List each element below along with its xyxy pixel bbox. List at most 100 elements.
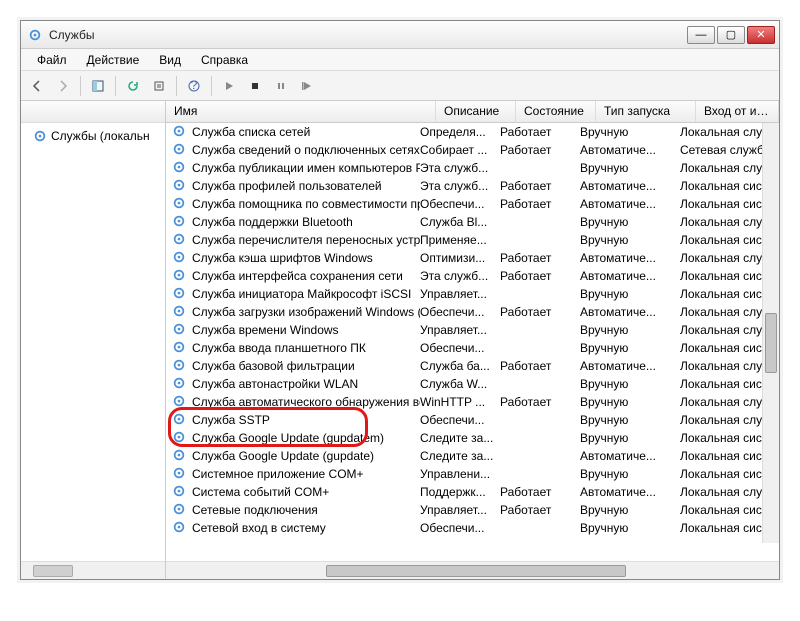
service-description: Определя...	[420, 125, 500, 139]
restart-service-button[interactable]	[295, 74, 319, 98]
export-button[interactable]	[147, 74, 171, 98]
scrollbar-thumb[interactable]	[33, 565, 73, 577]
service-status: Работает	[500, 305, 580, 319]
service-row[interactable]: Системное приложение COM+Управлени...Вру…	[166, 465, 779, 483]
tree-root-label: Службы (локальн	[51, 129, 150, 143]
col-status[interactable]: Состояние	[516, 101, 596, 122]
service-startup: Автоматиче...	[580, 305, 680, 319]
services-list[interactable]: Служба списка сетейОпределя...РаботаетВр…	[166, 123, 779, 561]
menu-help[interactable]: Справка	[191, 51, 258, 69]
service-row[interactable]: Служба ввода планшетного ПКОбеспечи...Вр…	[166, 339, 779, 357]
service-startup: Вручную	[580, 323, 680, 337]
service-icon	[172, 124, 188, 140]
service-row[interactable]: Служба автоматического обнаружения веб-п…	[166, 393, 779, 411]
service-row[interactable]: Служба времени WindowsУправляет...Вручну…	[166, 321, 779, 339]
service-description: Эта служб...	[420, 179, 500, 193]
service-description: Собирает ...	[420, 143, 500, 157]
menu-file[interactable]: Файл	[27, 51, 77, 69]
service-name: Сетевые подключения	[192, 503, 318, 517]
pause-service-button[interactable]	[269, 74, 293, 98]
close-button[interactable]: ✕	[747, 26, 775, 44]
vertical-scrollbar[interactable]	[762, 123, 779, 543]
show-hide-tree-button[interactable]	[86, 74, 110, 98]
maximize-button[interactable]: ▢	[717, 26, 745, 44]
service-row[interactable]: Сетевые подключенияУправляет...РаботаетВ…	[166, 501, 779, 519]
sidebar-header	[21, 101, 165, 123]
separator	[176, 76, 177, 96]
service-row[interactable]: Служба базовой фильтрацииСлужба ба...Раб…	[166, 357, 779, 375]
back-button[interactable]	[25, 74, 49, 98]
horizontal-scrollbar[interactable]	[166, 561, 779, 579]
service-icon	[172, 412, 188, 428]
service-status: Работает	[500, 359, 580, 373]
minimize-button[interactable]: —	[687, 26, 715, 44]
service-name: Служба публикации имен компьютеров PNRP	[192, 161, 420, 175]
service-icon	[172, 322, 188, 338]
service-row[interactable]: Служба профилей пользователей Эта служб..…	[166, 177, 779, 195]
service-name: Система событий COM+	[192, 485, 329, 499]
service-description: WinHTTP ...	[420, 395, 500, 409]
service-row[interactable]: Служба списка сетейОпределя...РаботаетВр…	[166, 123, 779, 141]
service-row[interactable]: Служба помощника по совместимости програ…	[166, 195, 779, 213]
service-row[interactable]: Служба инициатора Майкрософт iSCSI Управл…	[166, 285, 779, 303]
service-icon	[172, 178, 188, 194]
service-row[interactable]: Служба сведений о подключенных сетяхСоби…	[166, 141, 779, 159]
help-button[interactable]: ?	[182, 74, 206, 98]
col-name[interactable]: Имя	[166, 101, 436, 122]
service-name: Служба автонастройки WLAN	[192, 377, 358, 391]
col-logon[interactable]: Вход от имени	[696, 101, 779, 122]
service-row[interactable]: Служба SSTPОбеспечи...ВручнуюЛокальная с…	[166, 411, 779, 429]
scrollbar-thumb[interactable]	[765, 313, 777, 373]
forward-button[interactable]	[51, 74, 75, 98]
service-description: Применяе...	[420, 233, 500, 247]
service-description: Управляет...	[420, 287, 500, 301]
menu-view[interactable]: Вид	[149, 51, 191, 69]
col-description[interactable]: Описание	[436, 101, 516, 122]
service-row[interactable]: Система событий COM+Поддержк...РаботаетА…	[166, 483, 779, 501]
service-icon	[172, 502, 188, 518]
start-service-button[interactable]	[217, 74, 241, 98]
service-icon	[172, 466, 188, 482]
stop-service-button[interactable]	[243, 74, 267, 98]
title-bar[interactable]: Службы — ▢ ✕	[21, 21, 779, 49]
service-startup: Вручную	[580, 521, 680, 535]
service-startup: Вручную	[580, 341, 680, 355]
scrollbar-thumb[interactable]	[326, 565, 626, 577]
service-description: Эта служб...	[420, 161, 500, 175]
service-row[interactable]: Служба кэша шрифтов WindowsОптимизи...Ра…	[166, 249, 779, 267]
service-row[interactable]: Служба перечислителя переносных устройст…	[166, 231, 779, 249]
service-name: Служба инициатора Майкрософт iSCSI	[192, 287, 411, 301]
service-row[interactable]: Сетевой вход в системуОбеспечи...Вручную…	[166, 519, 779, 537]
service-row[interactable]: Служба публикации имен компьютеров PNRPЭ…	[166, 159, 779, 177]
service-icon	[172, 394, 188, 410]
service-description: Обеспечи...	[420, 305, 500, 319]
service-row[interactable]: Служба загрузки изображений Windows (WIA…	[166, 303, 779, 321]
service-startup: Вручную	[580, 467, 680, 481]
service-startup: Автоматиче...	[580, 197, 680, 211]
service-name: Служба поддержки Bluetooth	[192, 215, 353, 229]
service-name: Служба SSTP	[192, 413, 270, 427]
tree-root-services[interactable]: Службы (локальн	[27, 127, 159, 145]
service-startup: Вручную	[580, 161, 680, 175]
services-list-pane: Имя Описание Состояние Тип запуска Вход …	[166, 101, 779, 579]
sidebar-hscrollbar[interactable]	[21, 561, 165, 579]
service-row[interactable]: Служба поддержки BluetoothСлужба Bl...Вр…	[166, 213, 779, 231]
refresh-button[interactable]	[121, 74, 145, 98]
service-description: Служба Bl...	[420, 215, 500, 229]
service-icon	[172, 250, 188, 266]
service-icon	[172, 358, 188, 374]
service-name: Служба профилей пользователей	[192, 179, 382, 193]
service-startup: Автоматиче...	[580, 251, 680, 265]
service-row[interactable]: Служба интерфейса сохранения сетиЭта слу…	[166, 267, 779, 285]
service-status: Работает	[500, 125, 580, 139]
service-icon	[172, 286, 188, 302]
menu-action[interactable]: Действие	[77, 51, 150, 69]
service-row[interactable]: Служба Google Update (gupdate)Следите за…	[166, 447, 779, 465]
service-icon	[172, 214, 188, 230]
service-name: Служба ввода планшетного ПК	[192, 341, 366, 355]
service-row[interactable]: Служба автонастройки WLANСлужба W...Вруч…	[166, 375, 779, 393]
service-icon	[172, 448, 188, 464]
service-status: Работает	[500, 251, 580, 265]
service-row[interactable]: Служба Google Update (gupdatem)Следите з…	[166, 429, 779, 447]
col-startup[interactable]: Тип запуска	[596, 101, 696, 122]
